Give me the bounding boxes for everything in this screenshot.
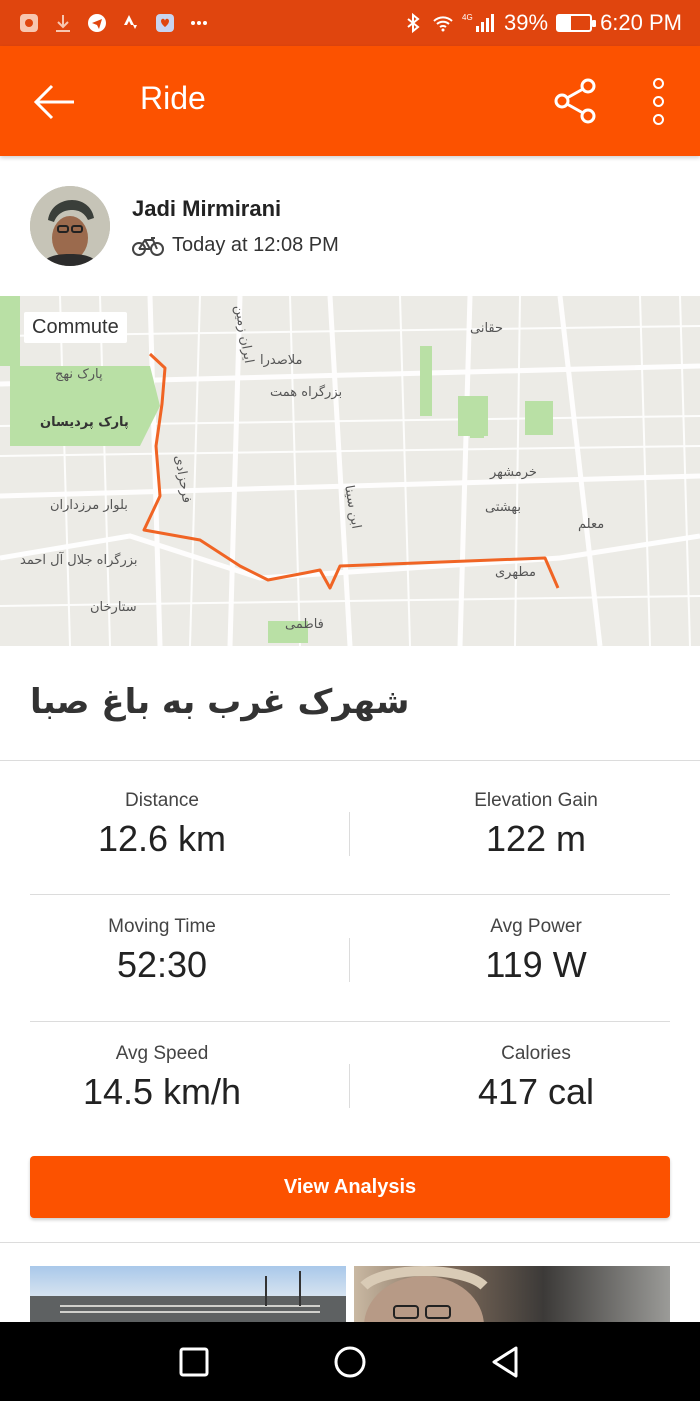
telegram-icon bbox=[86, 12, 108, 34]
activity-time: Today at 12:08 PM bbox=[172, 234, 339, 256]
stat-moving-time: Moving Time 52:30 bbox=[2, 916, 322, 986]
divider bbox=[0, 1242, 700, 1243]
more-vert-icon-dot bbox=[652, 95, 664, 107]
overflow-menu-button[interactable] bbox=[640, 76, 676, 126]
stat-label: Elevation Gain bbox=[474, 790, 598, 811]
map-canvas: پارک نهج پارک پردیسان بلوار مرزداران بزر… bbox=[0, 296, 700, 646]
more-vert-icon-dot bbox=[652, 113, 664, 125]
activity-meta: Today at 12:08 PM bbox=[132, 234, 339, 257]
map-label: ملاصدرا bbox=[260, 353, 302, 368]
app-icon-2 bbox=[154, 12, 176, 34]
stat-value: 14.5 km/h bbox=[82, 1071, 242, 1112]
bike-icon bbox=[132, 235, 164, 257]
battery-icon bbox=[556, 14, 597, 32]
home-button[interactable] bbox=[330, 1342, 370, 1382]
square-icon bbox=[179, 1347, 209, 1377]
share-icon bbox=[554, 78, 596, 124]
stat-divider bbox=[349, 1064, 350, 1108]
map-label: ستارخان bbox=[90, 600, 137, 615]
stat-distance: Distance 12.6 km bbox=[2, 790, 322, 860]
avatar[interactable] bbox=[30, 186, 110, 266]
route-map[interactable]: پارک نهج پارک پردیسان بلوار مرزداران بزر… bbox=[0, 296, 700, 646]
back-button[interactable] bbox=[30, 82, 78, 122]
stat-label: Avg Speed bbox=[115, 1043, 209, 1064]
map-label: فاطمی bbox=[285, 617, 324, 632]
stat-elevation-gain: Elevation Gain 122 m bbox=[376, 790, 696, 860]
map-label: مطهری bbox=[495, 565, 536, 580]
recents-button[interactable] bbox=[174, 1342, 214, 1382]
view-analysis-button[interactable]: View Analysis bbox=[30, 1156, 670, 1218]
stat-value: 52:30 bbox=[116, 944, 208, 985]
battery-percent: 39% bbox=[504, 10, 549, 35]
stat-avg-speed: Avg Speed 14.5 km/h bbox=[2, 1043, 322, 1113]
stat-avg-power: Avg Power 119 W bbox=[376, 916, 696, 986]
map-label: معلم bbox=[578, 517, 604, 532]
notification-icons bbox=[18, 12, 210, 34]
system-nav-bar bbox=[0, 1322, 700, 1401]
arrow-left-icon bbox=[33, 84, 74, 120]
map-label: بزرگراه همت bbox=[270, 384, 342, 400]
athlete-name[interactable]: Jadi Mirmirani bbox=[132, 196, 281, 222]
bluetooth-icon bbox=[402, 12, 424, 34]
share-button[interactable] bbox=[550, 76, 600, 126]
download-icon bbox=[52, 12, 74, 34]
map-label: حقانی bbox=[470, 321, 503, 336]
clock: 6:20 PM bbox=[600, 10, 682, 35]
app-icon bbox=[18, 12, 40, 34]
map-label: خرمشهر bbox=[489, 465, 537, 480]
map-label: بهشتی bbox=[485, 500, 521, 515]
activity-photo[interactable] bbox=[30, 1266, 346, 1326]
status-bar: 4G 39% 6:20 PM bbox=[0, 0, 700, 46]
map-label: بزرگراه جلال آل احمد bbox=[20, 551, 138, 568]
app-bar: Ride bbox=[0, 46, 700, 156]
divider bbox=[0, 760, 700, 761]
more-notifications-icon bbox=[188, 12, 210, 34]
stat-label: Distance bbox=[125, 790, 199, 811]
svg-text:4G: 4G bbox=[462, 13, 473, 22]
stat-divider bbox=[349, 812, 350, 856]
page-title: Ride bbox=[140, 80, 206, 116]
triangle-back-icon bbox=[492, 1346, 518, 1378]
wifi-icon bbox=[432, 12, 454, 34]
map-label: بلوار مرزداران bbox=[50, 498, 128, 513]
activity-photo[interactable] bbox=[354, 1266, 670, 1326]
system-status: 4G 39% 6:20 PM bbox=[402, 10, 682, 36]
circle-icon bbox=[334, 1346, 366, 1378]
stat-value: 12.6 km bbox=[97, 818, 227, 859]
stat-label: Avg Power bbox=[490, 916, 582, 937]
activity-title: شهرک غرب به باغ صبا bbox=[30, 682, 410, 722]
stat-value: 417 cal bbox=[477, 1071, 595, 1112]
divider bbox=[30, 894, 670, 895]
divider bbox=[30, 1021, 670, 1022]
stat-divider bbox=[349, 938, 350, 982]
strava-icon bbox=[120, 12, 142, 34]
more-vert-icon bbox=[652, 77, 664, 89]
stat-label: Moving Time bbox=[108, 916, 216, 937]
back-nav-button[interactable] bbox=[486, 1342, 526, 1382]
stat-value: 119 W bbox=[485, 944, 587, 985]
map-label: پارک نهج bbox=[55, 367, 103, 382]
map-label: پارک پردیسان bbox=[40, 415, 129, 430]
signal-icon: 4G bbox=[462, 12, 496, 34]
stat-label: Calories bbox=[501, 1043, 571, 1064]
stat-calories: Calories 417 cal bbox=[376, 1043, 696, 1113]
commute-tag: Commute bbox=[24, 312, 127, 343]
stat-value: 122 m bbox=[485, 818, 587, 859]
